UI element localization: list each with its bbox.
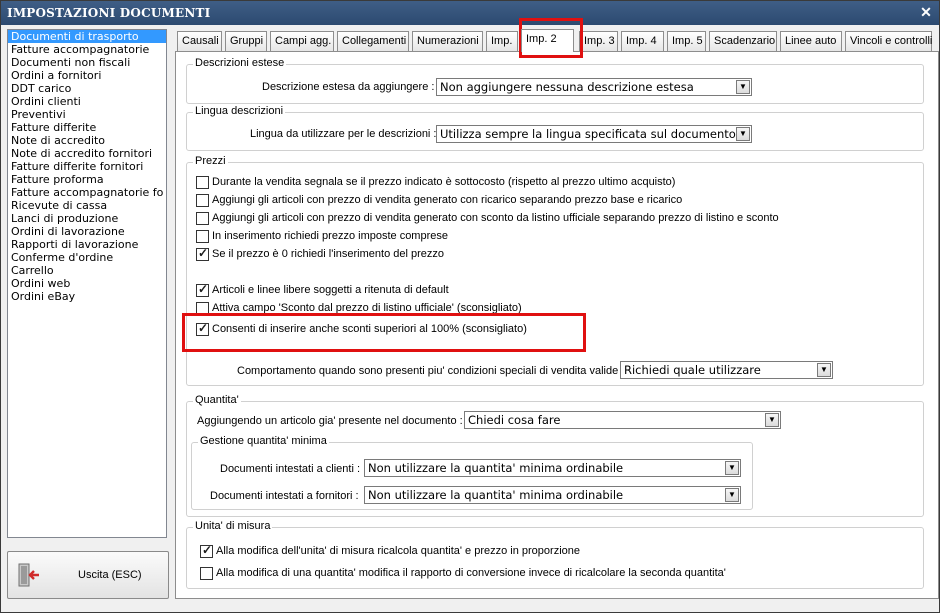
checkbox-checked[interactable]: ✓ <box>196 246 209 261</box>
combo-value: Richiedi quale utilizzare <box>624 363 761 377</box>
sidebar-item[interactable]: Lanci di produzione <box>8 212 166 225</box>
tab-gruppi[interactable]: Gruppi <box>225 31 267 51</box>
group-label: Prezzi <box>193 155 228 167</box>
condizioni-combo[interactable]: Richiedi quale utilizzare ▼ <box>620 361 833 379</box>
tab-campi-agg[interactable]: Campi agg. <box>270 31 334 51</box>
sidebar-item[interactable]: Documenti non fiscali <box>8 56 166 69</box>
tab-collegamenti[interactable]: Collegamenti <box>337 31 409 51</box>
group-quantita-minima: Gestione quantita' minima Documenti inte… <box>191 435 753 510</box>
combo-value: Chiedi cosa fare <box>468 413 561 427</box>
group-label: Unita' di misura <box>193 520 273 532</box>
highlight-sconti-option <box>182 313 586 352</box>
sidebar-item[interactable]: Preventivi <box>8 108 166 121</box>
tab-imp-2[interactable]: Imp. 2 <box>521 29 574 52</box>
sidebar-item[interactable]: Fatture differite <box>8 121 166 134</box>
tab-imp-5[interactable]: Imp. 5 <box>667 31 706 51</box>
checkbox-checked[interactable]: ✓ <box>200 543 213 558</box>
checkmark-icon: ✓ <box>198 246 209 260</box>
checkbox-unchecked[interactable] <box>196 194 209 207</box>
sidebar-item[interactable]: Note di accredito fornitori <box>8 147 166 160</box>
sidebar-item[interactable]: Ordini eBay <box>8 290 166 303</box>
combo-value: Non utilizzare la quantita' minima ordin… <box>368 461 624 475</box>
checkbox-label: Aggiungi gli articoli con prezzo di vend… <box>212 212 779 224</box>
descrizione-estesa-label: Descrizione estesa da aggiungere : <box>262 81 435 93</box>
articolo-presente-combo[interactable]: Chiedi cosa fare ▼ <box>464 411 781 429</box>
checkbox-label: Aggiungi gli articoli con prezzo di vend… <box>212 194 683 206</box>
sidebar-item[interactable]: Ordini clienti <box>8 95 166 108</box>
checkbox-label: Alla modifica di una quantita' modifica … <box>216 567 726 579</box>
articolo-presente-label: Aggiungendo un articolo gia' presente ne… <box>197 415 463 427</box>
group-prezzi: Prezzi Durante la vendita segnala se il … <box>186 155 924 386</box>
sidebar-item[interactable]: Ordini a fornitori <box>8 69 166 82</box>
sidebar-item[interactable]: Ordini di lavorazione <box>8 225 166 238</box>
exit-button[interactable]: Uscita (ESC) <box>7 551 169 599</box>
group-label: Lingua descrizioni <box>193 105 286 117</box>
lingua-combo[interactable]: Utilizza sempre la lingua specificata su… <box>436 125 752 143</box>
sidebar-item[interactable]: Carrello <box>8 264 166 277</box>
sidebar-item[interactable]: DDT carico <box>8 82 166 95</box>
exit-door-icon <box>18 563 39 587</box>
group-label: Descrizioni estese <box>193 57 287 69</box>
title-bar[interactable]: IMPOSTAZIONI DOCUMENTI ✕ <box>1 1 939 25</box>
checkbox-checked[interactable]: ✓ <box>196 282 209 297</box>
group-quantita: Quantita' Aggiungendo un articolo gia' p… <box>186 394 924 517</box>
clienti-combo[interactable]: Non utilizzare la quantita' minima ordin… <box>364 459 741 477</box>
fornitori-label: Documenti intestati a fornitori : <box>210 490 359 502</box>
exit-button-label: Uscita (ESC) <box>78 569 142 581</box>
combo-value: Non aggiungere nessuna descrizione estes… <box>440 80 694 94</box>
clienti-label: Documenti intestati a clienti : <box>220 463 361 475</box>
sidebar-item[interactable]: Ricevute di cassa <box>8 199 166 212</box>
document-type-list[interactable]: Documenti di trasporto Fatture accompagna… <box>7 29 167 538</box>
group-unita-misura: Unita' di misura ✓ Alla modifica dell'uni… <box>186 520 924 589</box>
group-label: Gestione quantita' minima <box>198 435 329 447</box>
fornitori-combo[interactable]: Non utilizzare la quantita' minima ordin… <box>364 486 741 504</box>
window-title: IMPOSTAZIONI DOCUMENTI <box>7 6 211 20</box>
settings-window: IMPOSTAZIONI DOCUMENTI ✕ Documenti di tr… <box>0 0 940 613</box>
checkbox-label: Se il prezzo è 0 richiedi l'inserimento … <box>212 248 444 260</box>
checkbox-unchecked[interactable] <box>196 176 209 189</box>
sidebar-item[interactable]: Ordini web <box>8 277 166 290</box>
chevron-down-icon[interactable]: ▼ <box>736 80 750 94</box>
checkbox-label: Durante la vendita segnala se il prezzo … <box>212 176 676 188</box>
checkbox-unchecked[interactable] <box>196 230 209 243</box>
group-lingua-descrizioni: Lingua descrizioni Lingua da utilizzare … <box>186 105 924 151</box>
sidebar-item[interactable]: Fatture proforma <box>8 173 166 186</box>
tab-numerazioni[interactable]: Numerazioni <box>412 31 483 51</box>
tab-imp-3[interactable]: Imp. 3 <box>579 31 618 51</box>
checkbox-unchecked[interactable] <box>196 212 209 225</box>
chevron-down-icon[interactable]: ▼ <box>817 363 831 377</box>
tab-imp[interactable]: Imp. <box>486 31 518 51</box>
group-descrizioni-estese: Descrizioni estese Descrizione estesa da… <box>186 57 924 104</box>
sidebar-item[interactable]: Fatture accompagnatorie fo <box>8 186 166 199</box>
tab-strip: Causali Gruppi Campi agg. Collegamenti Numer… <box>175 29 935 52</box>
chevron-down-icon[interactable]: ▼ <box>725 488 739 502</box>
tab-causali[interactable]: Causali <box>177 31 222 51</box>
checkmark-icon: ✓ <box>202 543 213 557</box>
checkbox-label: Articoli e linee libere soggetti a riten… <box>212 284 449 296</box>
checkmark-icon: ✓ <box>198 282 209 296</box>
tab-scadenzario[interactable]: Scadenzario <box>709 31 777 51</box>
checkbox-label: Alla modifica dell'unita' di misura rica… <box>216 545 580 557</box>
chevron-down-icon[interactable]: ▼ <box>736 127 750 141</box>
tab-vincoli-e-controlli[interactable]: Vincoli e controlli <box>845 31 932 51</box>
close-icon[interactable]: ✕ <box>919 5 933 19</box>
combo-value: Utilizza sempre la lingua specificata su… <box>440 127 736 141</box>
sidebar-item[interactable]: Fatture accompagnatorie <box>8 43 166 56</box>
sidebar-item[interactable]: Rapporti di lavorazione <box>8 238 166 251</box>
descrizione-estesa-combo[interactable]: Non aggiungere nessuna descrizione estes… <box>436 78 752 96</box>
lingua-label: Lingua da utilizzare per le descrizioni … <box>250 128 437 140</box>
condizioni-label: Comportamento quando sono presenti piu' … <box>237 365 625 377</box>
group-label: Quantita' <box>193 394 241 406</box>
tab-imp-4[interactable]: Imp. 4 <box>621 31 664 51</box>
sidebar-item[interactable]: Note di accredito <box>8 134 166 147</box>
checkbox-label: In inserimento richiedi prezzo imposte c… <box>212 230 448 242</box>
checkbox-unchecked[interactable] <box>200 567 213 580</box>
chevron-down-icon[interactable]: ▼ <box>725 461 739 475</box>
sidebar-item[interactable]: Documenti di trasporto <box>8 30 166 43</box>
tab-linee-auto[interactable]: Linee auto <box>780 31 842 51</box>
chevron-down-icon[interactable]: ▼ <box>765 413 779 427</box>
sidebar-item[interactable]: Conferme d'ordine <box>8 251 166 264</box>
sidebar-item[interactable]: Fatture differite fornitori <box>8 160 166 173</box>
combo-value: Non utilizzare la quantita' minima ordin… <box>368 488 624 502</box>
